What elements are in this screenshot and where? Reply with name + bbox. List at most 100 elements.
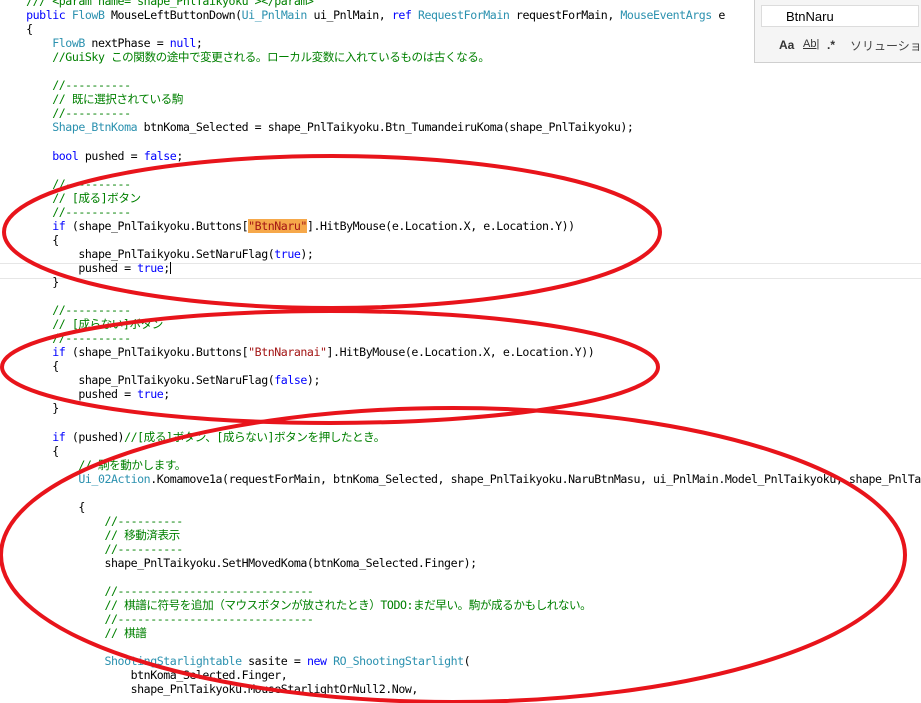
code-line[interactable]: bool pushed = false;: [0, 149, 183, 163]
code-line[interactable]: if (pushed)//[成る]ボタン、[成らない]ボタンを押したとき。: [0, 430, 385, 444]
code-token: false: [274, 373, 307, 388]
code-line[interactable]: shape_PnlTaikyoku.SetHMovedKoma(btnKoma_…: [0, 556, 477, 570]
code-token: shape_PnlTaikyoku.SetNaruFlag(: [0, 373, 275, 388]
code-line[interactable]: // [成る]ボタン: [0, 191, 141, 205]
code-token: null: [169, 36, 197, 51]
code-line[interactable]: //----------: [0, 106, 131, 120]
code-line[interactable]: if (shape_PnlTaikyoku.Buttons["BtnNaru"]…: [0, 218, 575, 233]
code-line[interactable]: shape_PnlTaikyoku.MouseStarlightOrNull2.…: [0, 682, 419, 697]
code-token: );: [306, 373, 321, 388]
code-token: FlowB: [71, 8, 105, 23]
code-token: RO_ShootingStarlight: [333, 654, 464, 669]
code-line[interactable]: /// <param name="shape_PnlTaikyoku"></pa…: [0, 0, 314, 8]
code-token: // 棋譜に符号を追加（マウスボタンが放されたとき）TODO:まだ早い。駒が成る…: [0, 598, 592, 613]
code-token: btnKoma_Selected.Finger,: [0, 668, 288, 683]
code-token: MouseLeftButtonDown(: [104, 8, 242, 23]
code-line[interactable]: if (shape_PnlTaikyoku.Buttons["BtnNarana…: [0, 345, 594, 359]
code-line[interactable]: //----------: [0, 78, 131, 92]
match-case-toggle[interactable]: Aa: [779, 38, 794, 52]
code-line[interactable]: //----------: [0, 331, 131, 345]
code-line[interactable]: //----------: [0, 177, 131, 191]
code-token: e: [711, 8, 725, 23]
code-token: true: [137, 260, 164, 275]
code-token: (shape_PnlTaikyoku.Buttons[: [65, 218, 249, 233]
code-line[interactable]: //GuiSky この関数の途中で変更される。ローカル変数に入れているものは古く…: [0, 50, 490, 64]
code-line[interactable]: shape_PnlTaikyoku.SetNaruFlag(true);: [0, 246, 314, 261]
search-scope-dropdown[interactable]: ソリューション: [850, 37, 921, 54]
code-line[interactable]: }: [0, 401, 59, 415]
code-line[interactable]: // 既に選択されている駒: [0, 92, 183, 106]
code-line[interactable]: {: [0, 359, 59, 373]
code-line[interactable]: FlowB nextPhase = null;: [0, 36, 203, 51]
code-token: ShootingStarlightable: [104, 654, 242, 669]
code-token: ;: [176, 148, 183, 163]
code-line[interactable]: // 駒を動かします。: [0, 458, 186, 472]
code-line[interactable]: Shape_BtnKoma btnKoma_Selected = shape_P…: [0, 120, 634, 134]
code-token: }: [0, 401, 59, 416]
code-token: (shape_PnlTaikyoku.Buttons[: [65, 345, 249, 360]
code-line[interactable]: {: [0, 444, 59, 458]
code-token: nextPhase =: [84, 36, 170, 51]
code-line[interactable]: //------------------------------: [0, 584, 313, 598]
code-token: new: [306, 654, 327, 669]
code-token: ;: [163, 387, 170, 402]
code-line[interactable]: // 移動済表示: [0, 528, 180, 542]
code-line[interactable]: //------------------------------: [0, 612, 313, 626]
code-token: pushed =: [78, 148, 144, 163]
find-search-input[interactable]: BtnNaru: [761, 5, 919, 27]
code-token: ].HitByMouse(e.Location.X, e.Location.Y)…: [306, 218, 575, 233]
code-line[interactable]: {: [0, 500, 85, 514]
code-line[interactable]: shape_PnlTaikyoku.SetNaruFlag(false);: [0, 373, 320, 387]
find-widget: BtnNaru Aa Ab| .* ソリューション: [754, 0, 921, 63]
code-token: bool: [52, 148, 79, 163]
code-line[interactable]: }: [0, 275, 59, 289]
whole-word-toggle[interactable]: Ab|: [803, 38, 819, 50]
code-token: (pushed): [65, 429, 125, 444]
code-token: //------------------------------: [0, 612, 314, 627]
code-line[interactable]: pushed = true;: [0, 261, 171, 275]
code-line[interactable]: //----------: [0, 542, 183, 556]
code-token: //GuiSky この関数の途中で変更される。ローカル変数に入れているものは古く…: [0, 50, 490, 65]
code-line[interactable]: // 棋譜: [0, 626, 146, 640]
code-token: if: [52, 345, 66, 360]
code-editor[interactable]: /// <param name="shape_PnlTaikyoku"></pa…: [0, 0, 921, 703]
code-line[interactable]: ShootingStarlightable sasite = new RO_Sh…: [0, 654, 470, 668]
code-token: ].HitByMouse(e.Location.X, e.Location.Y)…: [326, 345, 595, 360]
code-token: ui_PnlMain,: [306, 8, 392, 23]
code-token: shape_PnlTaikyoku.SetHMovedKoma(btnKoma_…: [0, 556, 477, 570]
code-token: if: [52, 429, 66, 444]
code-token: //----------: [0, 541, 183, 556]
code-token: //----------: [0, 204, 131, 219]
code-line[interactable]: pushed = true;: [0, 387, 170, 401]
code-token: Ui_PnlMain: [241, 8, 308, 23]
code-line[interactable]: // 棋譜に符号を追加（マウスボタンが放されたとき）TODO:まだ早い。駒が成る…: [0, 598, 591, 612]
code-token: //[成る]ボタン、[成らない]ボタンを押したとき。: [124, 429, 385, 444]
code-token: //------------------------------: [0, 584, 314, 599]
code-line[interactable]: public FlowB MouseLeftButtonDown(Ui_PnlM…: [0, 8, 725, 22]
code-token: //----------: [0, 331, 131, 346]
code-token: /// <param name="shape_PnlTaikyoku"></pa…: [0, 0, 314, 8]
code-line[interactable]: //----------: [0, 205, 131, 219]
code-token: }: [0, 275, 59, 289]
code-token: //----------: [0, 176, 131, 191]
regex-toggle[interactable]: .*: [827, 38, 835, 52]
code-line[interactable]: {: [0, 22, 33, 36]
code-token: ;: [195, 36, 203, 51]
text-caret: [169, 262, 171, 275]
code-token: shape_PnlTaikyoku.MouseStarlightOrNull2.…: [0, 682, 419, 697]
code-line[interactable]: btnKoma_Selected.Finger,: [0, 668, 288, 683]
code-line[interactable]: //----------: [0, 303, 131, 317]
code-token: FlowB: [52, 36, 85, 51]
code-token: );: [300, 246, 314, 261]
code-line[interactable]: {: [0, 233, 59, 247]
code-line[interactable]: // [成らない]ボタン: [0, 317, 163, 331]
code-token: {: [0, 359, 59, 374]
code-line[interactable]: Ui_02Action.Komamove1a(requestForMain, b…: [0, 472, 921, 486]
code-line[interactable]: //----------: [0, 514, 183, 528]
code-token: true: [137, 387, 164, 402]
code-token: sasite =: [241, 654, 307, 669]
